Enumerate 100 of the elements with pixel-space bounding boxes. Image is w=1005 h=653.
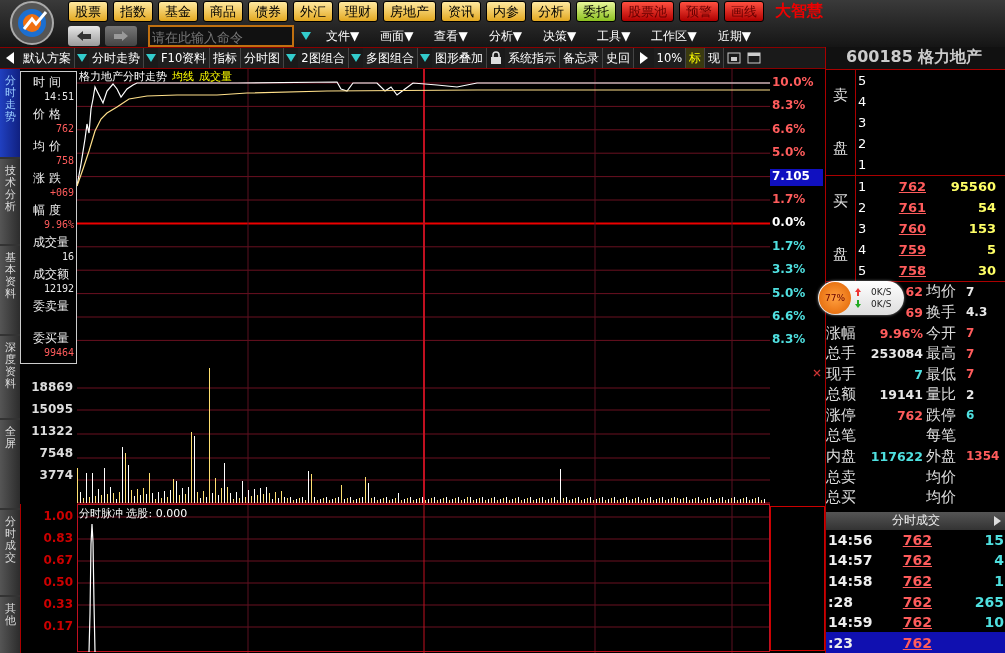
- nav-button[interactable]: 资讯: [441, 1, 481, 22]
- stat-label: 最低: [926, 364, 957, 384]
- trade-row[interactable]: :23 762: [826, 632, 1005, 653]
- toolbar-button[interactable]: 10%: [653, 48, 687, 68]
- trade-row[interactable]: 14:59 762 10: [826, 611, 1005, 633]
- brand-name: 大智慧: [775, 1, 823, 22]
- info-label: 价 格: [33, 106, 62, 123]
- toolbar-button[interactable]: 多图组合: [362, 48, 418, 68]
- forward-arrow-icon: [112, 30, 130, 42]
- legend-label: 均线: [172, 69, 194, 84]
- stat-value: 253084: [870, 346, 923, 362]
- bid-volume: 54: [976, 199, 996, 215]
- toolbar-button[interactable]: 指标: [210, 48, 242, 68]
- trade-volume: 10: [983, 614, 1004, 631]
- toolbar-button[interactable]: 分时走势: [89, 48, 144, 68]
- lock-icon[interactable]: [489, 51, 502, 65]
- trade-row[interactable]: 14:56 762 15: [826, 529, 1005, 551]
- menu-item[interactable]: 分析▼: [488, 27, 522, 45]
- axis-label: 0.83: [43, 531, 73, 546]
- toolbar-button[interactable]: F10资料: [158, 48, 211, 68]
- nav-button[interactable]: 指数: [113, 1, 153, 22]
- stat-label: 总笔: [826, 426, 857, 446]
- stat-value: 19141: [879, 387, 923, 403]
- menu-item[interactable]: 文件▼: [326, 27, 360, 45]
- toolbar-button[interactable]: 史回: [602, 48, 634, 68]
- side-tab[interactable]: 技术分析: [0, 159, 20, 244]
- stat-label: 总额: [826, 385, 857, 405]
- trade-price: 762: [901, 634, 932, 651]
- stat-value: 7: [965, 346, 975, 361]
- menu-item[interactable]: 查看▼: [434, 27, 468, 45]
- nav-button[interactable]: 房地产: [383, 1, 436, 22]
- side-tab[interactable]: 全屏: [0, 420, 20, 508]
- nav-button[interactable]: 委托: [576, 1, 616, 22]
- trade-row[interactable]: :28 762 265: [826, 591, 1005, 612]
- toolbar-button[interactable]: 分时图: [241, 48, 285, 68]
- info-label: 成交量: [33, 234, 70, 251]
- bid-price: 761: [897, 199, 926, 215]
- nav-button[interactable]: 内参: [486, 1, 526, 22]
- trade-price: 762: [901, 531, 932, 548]
- stat-label: 最高: [926, 344, 957, 364]
- stat-label: 均价: [926, 467, 957, 487]
- trade-row[interactable]: 14:58 762 1: [826, 570, 1005, 592]
- back-button[interactable]: [68, 26, 100, 46]
- nav-button[interactable]: 分析: [531, 1, 571, 22]
- trades-title: 分时成交: [891, 512, 940, 530]
- menu-item[interactable]: 画面▼: [380, 27, 414, 45]
- toolbar-button[interactable]: 现: [705, 48, 725, 68]
- nav-button[interactable]: 商品: [203, 1, 243, 22]
- bid-price: 760: [897, 220, 926, 236]
- menu-item[interactable]: 工具▼: [597, 27, 631, 45]
- download-speed: 0K/S: [871, 299, 892, 309]
- toolbar-button[interactable]: 图形叠加: [431, 48, 487, 68]
- toolbar-button[interactable]: 备忘录: [559, 48, 603, 68]
- menu-item[interactable]: 近期▼: [717, 27, 751, 45]
- axis-label: 8.3%: [771, 98, 807, 115]
- stat-value: 1354: [965, 449, 1000, 464]
- window-icon[interactable]: [727, 52, 742, 64]
- nav-button[interactable]: 外汇: [293, 1, 333, 22]
- stat-label: 均价: [926, 282, 957, 302]
- side-tab[interactable]: 其他: [0, 597, 20, 653]
- info-label: 委卖量: [33, 298, 70, 315]
- close-icon[interactable]: [813, 369, 821, 377]
- level-number: 4: [857, 241, 868, 257]
- menu-item[interactable]: 工作区▼: [651, 27, 697, 45]
- axis-label: 5.0%: [771, 145, 807, 162]
- toolbar-button[interactable]: 2图组合: [298, 48, 349, 68]
- trade-volume: 1: [993, 573, 1004, 589]
- trade-price: 762: [901, 593, 932, 610]
- stat-value: 6: [965, 408, 975, 423]
- side-tab[interactable]: 分时成交: [0, 510, 20, 595]
- axis-label: 0.33: [43, 597, 73, 612]
- toolbar-button[interactable]: 标: [686, 48, 706, 68]
- stat-value: 117622: [870, 448, 923, 464]
- forward-button[interactable]: [105, 26, 137, 46]
- book-label: 买: [833, 192, 848, 212]
- info-label: 幅 度: [33, 202, 62, 219]
- menu-item[interactable]: 决策▼: [542, 27, 577, 45]
- window-icon[interactable]: [747, 52, 762, 64]
- axis-label: 18869: [31, 380, 73, 395]
- trade-row[interactable]: 14:57 762 4: [826, 550, 1005, 571]
- side-tab[interactable]: 深度资料: [0, 336, 20, 418]
- usage-gauge: 77%: [819, 282, 851, 314]
- nav-button[interactable]: 基金: [158, 1, 198, 22]
- back-arrow-icon: [75, 30, 93, 42]
- stat-label: 总卖: [826, 467, 857, 487]
- toolbar-button[interactable]: 默认方案: [20, 48, 75, 68]
- trade-volume: 15: [983, 531, 1004, 548]
- nav-button[interactable]: 债券: [248, 1, 288, 22]
- stat-label: 外盘: [926, 446, 957, 466]
- download-arrow-icon: [855, 300, 861, 308]
- toolbar-button[interactable]: 系统指示: [504, 48, 560, 68]
- side-tab[interactable]: 分时走势: [0, 69, 20, 157]
- command-field[interactable]: 请在此输入命令: [148, 25, 294, 47]
- nav-button[interactable]: 股票: [68, 1, 108, 22]
- axis-label: 6.6%: [771, 121, 807, 138]
- side-tab[interactable]: 基本资料: [0, 246, 20, 334]
- trade-time: 14:58: [827, 573, 874, 589]
- play-icon[interactable]: [994, 515, 1001, 526]
- nav-button[interactable]: 理财: [338, 1, 378, 22]
- info-value: 762: [54, 123, 74, 136]
